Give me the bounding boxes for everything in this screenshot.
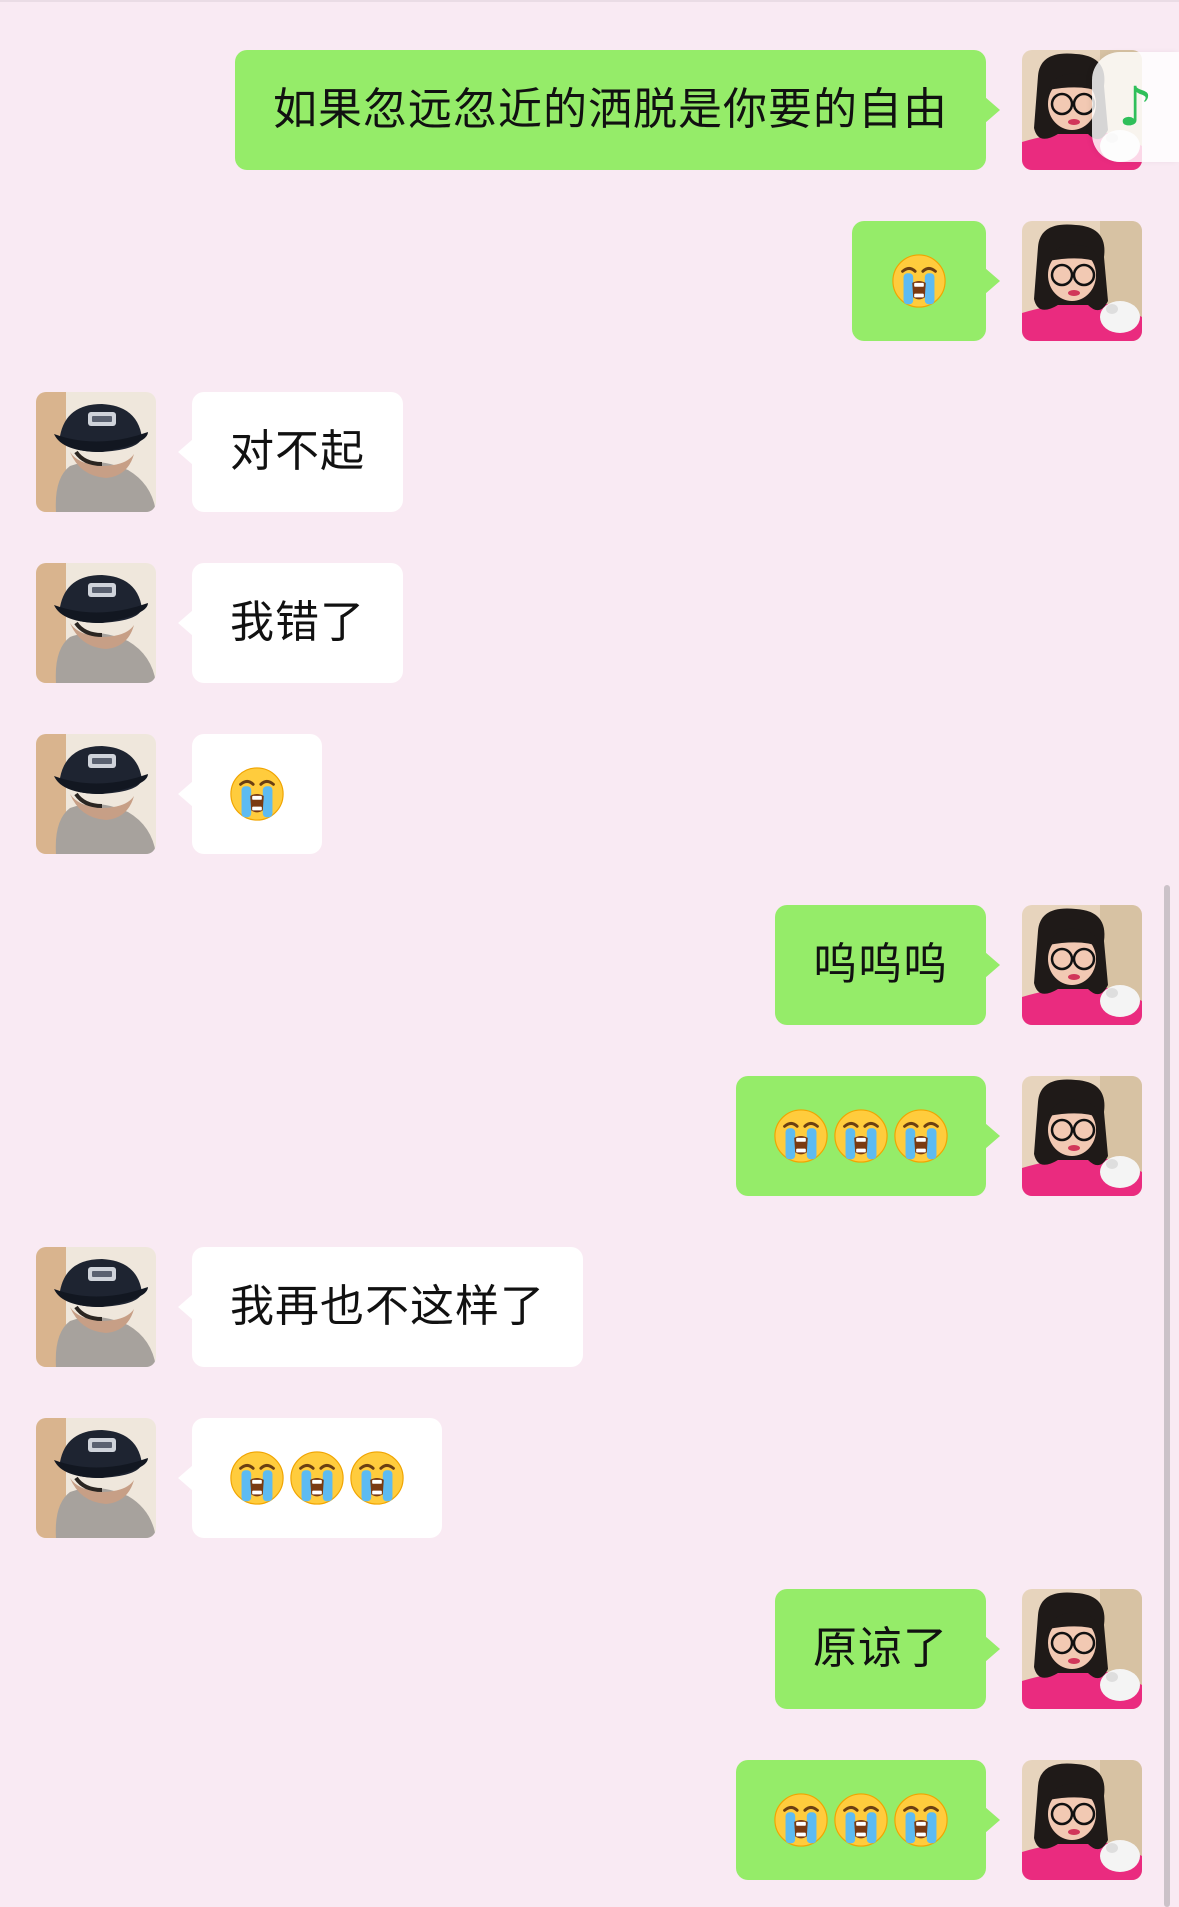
contact-avatar[interactable] bbox=[36, 1418, 156, 1538]
message-bubble[interactable]: 我错了 bbox=[178, 563, 403, 683]
emoji-set bbox=[228, 765, 286, 823]
message-row: 对不起 bbox=[0, 392, 1179, 516]
loudly-crying-face-icon bbox=[890, 252, 948, 310]
loudly-crying-face-icon bbox=[772, 1107, 830, 1165]
self-avatar[interactable] bbox=[1022, 1076, 1142, 1196]
message-bubble[interactable] bbox=[736, 1076, 1000, 1196]
message-bubble[interactable]: 原谅了 bbox=[775, 1589, 1000, 1709]
self-avatar[interactable] bbox=[1022, 905, 1142, 1025]
loudly-crying-face-icon bbox=[288, 1449, 346, 1507]
message-bubble[interactable]: 呜呜呜 bbox=[775, 905, 1000, 1025]
loudly-crying-face-icon bbox=[832, 1107, 890, 1165]
message-text: 原谅了 bbox=[813, 1623, 948, 1674]
self-avatar[interactable] bbox=[1022, 1589, 1142, 1709]
message-bubble[interactable] bbox=[852, 221, 1000, 341]
message-row: 如果忽远忽近的洒脱是你要的自由 bbox=[0, 50, 1179, 174]
message-row bbox=[0, 1418, 1179, 1542]
message-bubble[interactable] bbox=[736, 1760, 1000, 1880]
music-note-icon: ♪ bbox=[1118, 75, 1153, 138]
loudly-crying-face-icon bbox=[892, 1107, 950, 1165]
emoji-set bbox=[890, 252, 948, 310]
scrollbar[interactable] bbox=[1164, 885, 1170, 1907]
loudly-crying-face-icon bbox=[228, 765, 286, 823]
message-bubble[interactable]: 如果忽远忽近的洒脱是你要的自由 bbox=[235, 50, 1000, 170]
message-row: 我错了 bbox=[0, 563, 1179, 687]
loudly-crying-face-icon bbox=[772, 1791, 830, 1849]
message-row: 呜呜呜 bbox=[0, 905, 1179, 1029]
message-row: 原谅了 bbox=[0, 1589, 1179, 1713]
loudly-crying-face-icon bbox=[348, 1449, 406, 1507]
self-avatar[interactable] bbox=[1022, 221, 1142, 341]
message-row: 我再也不这样了 bbox=[0, 1247, 1179, 1371]
message-text: 我错了 bbox=[230, 597, 365, 648]
message-text: 我再也不这样了 bbox=[230, 1281, 545, 1332]
contact-avatar[interactable] bbox=[36, 734, 156, 854]
loudly-crying-face-icon bbox=[832, 1791, 890, 1849]
message-bubble[interactable] bbox=[178, 734, 322, 854]
message-text: 如果忽远忽近的洒脱是你要的自由 bbox=[273, 84, 948, 135]
message-row bbox=[0, 734, 1179, 858]
contact-avatar[interactable] bbox=[36, 1247, 156, 1367]
message-bubble[interactable] bbox=[178, 1418, 442, 1538]
emoji-set bbox=[772, 1791, 950, 1849]
loudly-crying-face-icon bbox=[892, 1791, 950, 1849]
emoji-set bbox=[228, 1449, 406, 1507]
message-text: 呜呜呜 bbox=[813, 939, 948, 990]
contact-avatar[interactable] bbox=[36, 563, 156, 683]
loudly-crying-face-icon bbox=[228, 1449, 286, 1507]
self-avatar[interactable] bbox=[1022, 1760, 1142, 1880]
music-float-button[interactable]: ♪ bbox=[1092, 52, 1179, 162]
chat-message-list[interactable]: 如果忽远忽近的洒脱是你要的自由 对不起 我错了 呜呜呜 我再也不这样了 原谅了 bbox=[0, 0, 1179, 1907]
message-bubble[interactable]: 我再也不这样了 bbox=[178, 1247, 583, 1367]
message-row bbox=[0, 1076, 1179, 1200]
message-row bbox=[0, 1760, 1179, 1884]
contact-avatar[interactable] bbox=[36, 392, 156, 512]
emoji-set bbox=[772, 1107, 950, 1165]
message-row bbox=[0, 221, 1179, 345]
message-bubble[interactable]: 对不起 bbox=[178, 392, 403, 512]
message-text: 对不起 bbox=[230, 426, 365, 477]
